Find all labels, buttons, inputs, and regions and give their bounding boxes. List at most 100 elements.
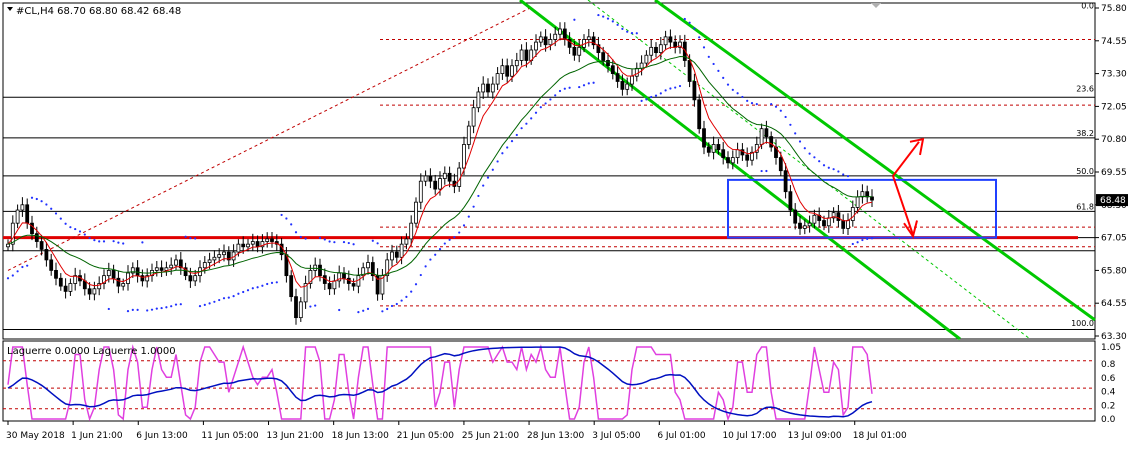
time-tick-label: 30 May 2018 (6, 431, 65, 441)
fib-level-label: 50.0 (1076, 167, 1094, 176)
sar-dot (242, 290, 245, 294)
sar-dot (290, 223, 293, 226)
sar-dot (179, 303, 182, 306)
candle-body (634, 67, 639, 77)
price-tick-label: 63.30 (1101, 332, 1127, 342)
candle-body (798, 222, 802, 229)
sar-dot (573, 18, 576, 21)
sar-dot (808, 152, 811, 155)
candle-body (615, 73, 620, 82)
time-tick-label: 6 Jul 01:00 (657, 431, 706, 441)
time-tick-label: 18 Jul 01:00 (853, 431, 907, 441)
sar-dot (98, 240, 101, 243)
candle-body (553, 33, 558, 40)
time-tick-label: 10 Jul 17:00 (722, 431, 776, 441)
candle-body (721, 149, 726, 158)
candle-body (462, 144, 466, 169)
sar-dot (659, 92, 662, 95)
sar-dot (674, 86, 677, 89)
candle-body (404, 238, 409, 245)
sar-dot (462, 224, 466, 227)
candle-body (92, 288, 97, 295)
candle-body (601, 52, 606, 61)
sar-dot (328, 240, 331, 243)
sar-dot (299, 235, 302, 239)
sar-dot (11, 274, 14, 277)
candle-body (711, 144, 716, 153)
sar-dot (117, 241, 120, 244)
candle-body (534, 41, 538, 51)
laguerre-label: Laguerre 0.0000 Laguerre 1.0000 (7, 346, 176, 357)
sar-dot (246, 289, 250, 292)
sar-dot (357, 311, 360, 314)
candle-body (726, 157, 730, 164)
symbol-title: #CL,H4 68.70 68.80 68.42 68.48 (16, 6, 181, 17)
candle-body (121, 283, 126, 287)
oscillator-header: Laguerre 0.0000 Laguerre 1.0000 (7, 346, 176, 357)
sar-dot (731, 88, 734, 91)
candle-body (519, 49, 524, 61)
price-tag-text: 68.48 (1100, 196, 1126, 206)
sar-dot (669, 87, 672, 90)
sar-dot (635, 32, 638, 35)
sar-dot (597, 13, 600, 17)
candle-body (606, 60, 610, 67)
sar-dot (616, 23, 619, 26)
sar-dot (813, 156, 816, 159)
sar-dot (621, 27, 624, 30)
sar-dot (818, 160, 821, 163)
candle-body (318, 264, 322, 277)
sar-dot (578, 85, 581, 89)
sar-dot (789, 123, 792, 126)
candle-body (505, 65, 510, 77)
candle-body (764, 128, 769, 137)
candle-body (438, 178, 442, 190)
sar-dot (50, 207, 53, 210)
candle-body (394, 251, 399, 258)
main-panel-frame (2, 2, 1096, 340)
sar-dot (112, 240, 115, 243)
sar-dot (650, 95, 653, 99)
candle-body (298, 301, 303, 319)
sar-dot (472, 205, 475, 208)
sar-dot (443, 242, 446, 245)
price-tick-label: 74.55 (1101, 37, 1127, 47)
sar-dot (386, 307, 389, 311)
candle-body (54, 269, 58, 279)
sar-dot (318, 236, 322, 240)
candle-body (390, 251, 394, 261)
chart-window[interactable]: 1.05 0.8 0.6 0.4 0.2 0.0 0.0 23.6 38.2 50.0 61.8 1… (0, 0, 1141, 447)
candle-body (586, 36, 591, 40)
candle-body (841, 220, 846, 229)
sar-dot (54, 212, 58, 215)
oscillator-tick-label: 0.4 (1101, 388, 1116, 398)
price-tick-label: 73.30 (1101, 70, 1127, 80)
candle-body (658, 44, 663, 54)
sar-dot (544, 102, 547, 105)
sar-dot (170, 305, 173, 308)
sar-dot (558, 89, 562, 93)
candle-body (159, 267, 164, 271)
sar-dot (213, 300, 216, 303)
fib-level-label: 61.8 (1076, 202, 1094, 211)
sar-dot (491, 168, 494, 171)
sar-dot (122, 242, 125, 245)
sar-dot (88, 236, 91, 240)
candle-body (870, 196, 874, 201)
sar-dot (582, 84, 586, 87)
sar-dot (525, 122, 528, 125)
sar-dot (429, 258, 432, 261)
sar-dot (630, 31, 634, 35)
sar-dot (410, 290, 413, 293)
candle-body (34, 233, 39, 242)
price-chart[interactable]: 1.05 0.8 0.6 0.4 0.2 0.0 0.0 23.6 38.2 50.0 61.8 1… (0, 0, 1141, 447)
sar-dot (602, 15, 605, 18)
sar-dot (424, 265, 427, 268)
sar-dot (477, 194, 480, 198)
time-tick-label: 13 Jul 09:00 (788, 431, 842, 441)
price-tick-label: 67.05 (1101, 234, 1127, 244)
candle-body (706, 146, 711, 153)
sar-dot (678, 84, 682, 88)
sar-dot (102, 240, 106, 243)
sar-dot (654, 94, 658, 97)
